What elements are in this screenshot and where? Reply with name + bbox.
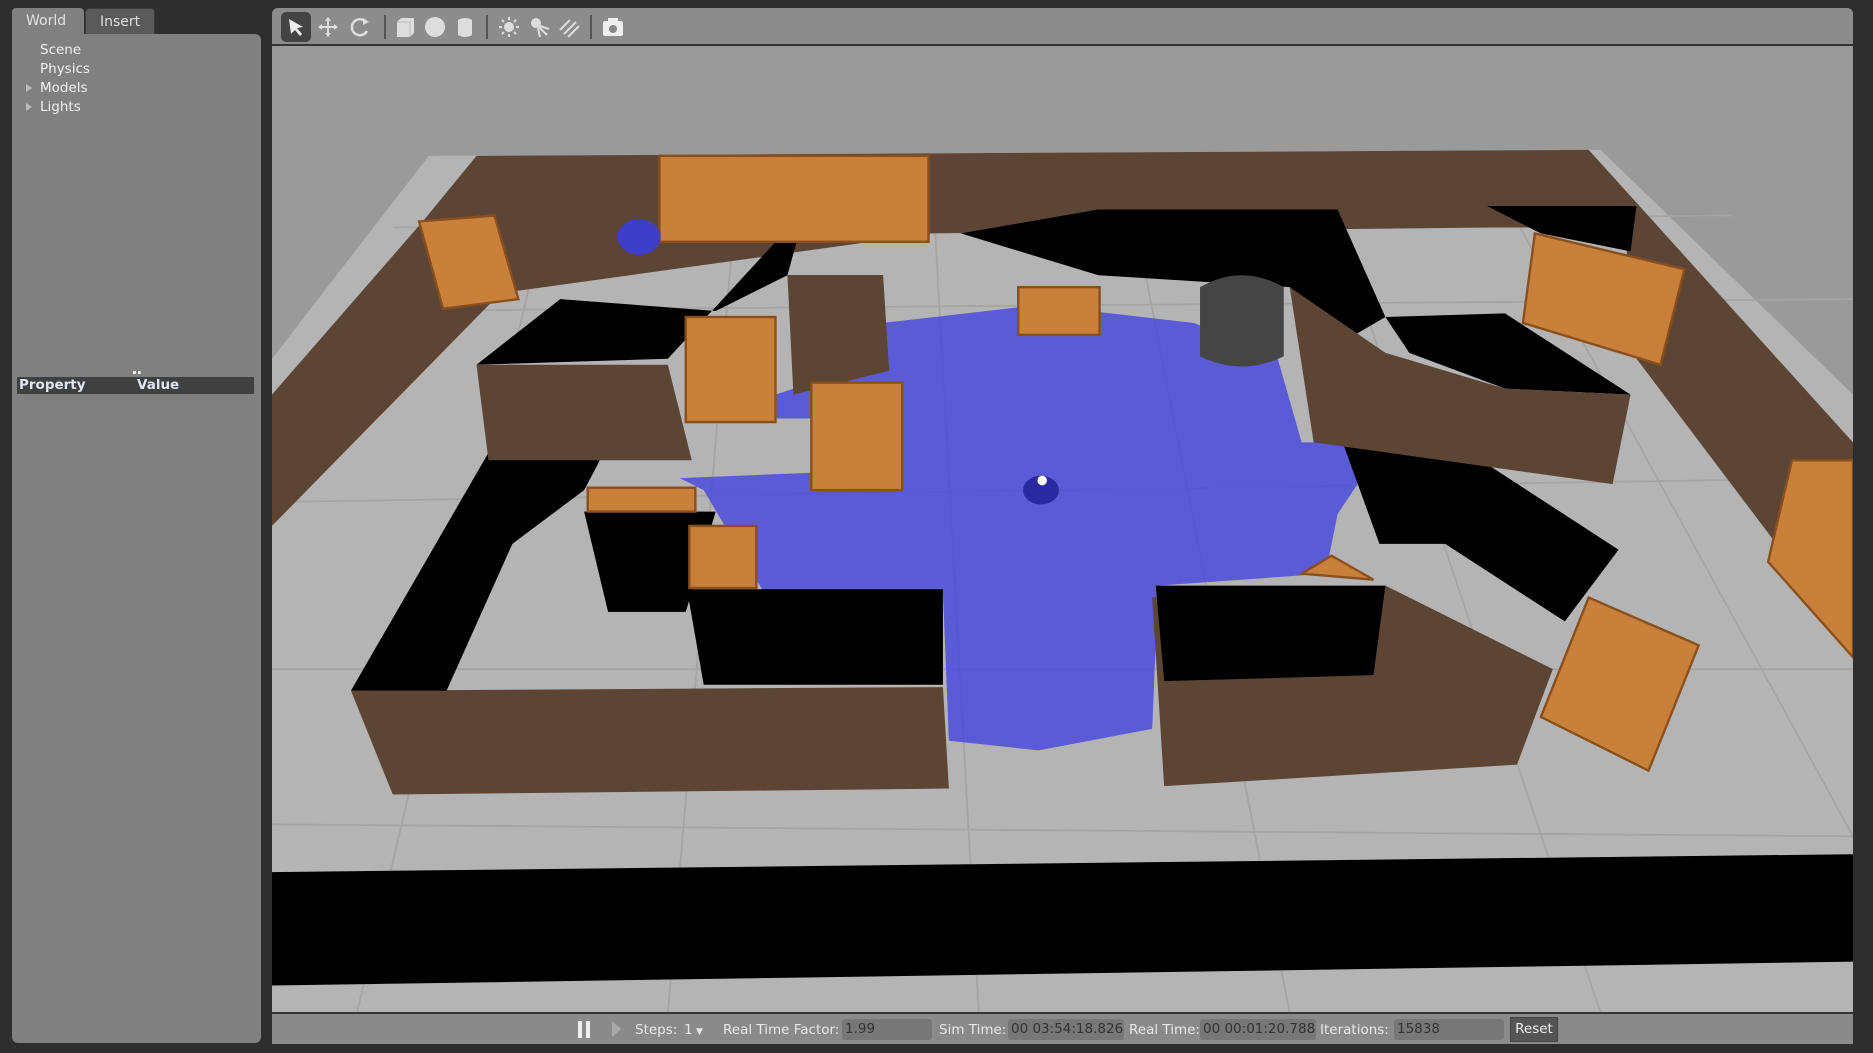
value-column-header: Value bbox=[137, 377, 180, 393]
gray-cylinder bbox=[1200, 275, 1284, 367]
rotate-icon[interactable] bbox=[345, 12, 375, 42]
real-time-value: 00 00:01:20.788 bbox=[1200, 1019, 1316, 1040]
expand-arrow-icon[interactable] bbox=[26, 103, 32, 111]
real-time-label: Real Time: bbox=[1129, 1022, 1200, 1038]
world-panel: Scene Physics Models Lights Property Val… bbox=[12, 34, 261, 1043]
simulation-status-bar: Steps: 1 ▼ Real Time Factor: 1.99 Sim Ti… bbox=[272, 1012, 1853, 1044]
tree-item-scene[interactable]: Scene bbox=[40, 42, 81, 58]
step-icon[interactable] bbox=[612, 1021, 621, 1037]
sim-time-value: 00 03:54:18.826 bbox=[1008, 1019, 1124, 1040]
tab-world[interactable]: World bbox=[12, 8, 84, 35]
expand-arrow-icon[interactable] bbox=[26, 84, 32, 92]
steps-value[interactable]: 1 bbox=[684, 1022, 693, 1038]
3d-scene[interactable] bbox=[272, 46, 1853, 1013]
directional-light-icon[interactable] bbox=[554, 12, 584, 42]
iterations-label: Iterations: bbox=[1320, 1022, 1389, 1038]
screenshot-icon[interactable] bbox=[598, 12, 628, 42]
real-time-factor-label: Real Time Factor: bbox=[723, 1022, 840, 1038]
tree-item-models[interactable]: Models bbox=[26, 80, 88, 96]
point-light-icon[interactable] bbox=[494, 12, 524, 42]
property-column-header: Property bbox=[19, 377, 86, 393]
reset-button[interactable]: Reset bbox=[1510, 1017, 1558, 1042]
tree-label: Models bbox=[40, 80, 88, 96]
translate-icon[interactable] bbox=[313, 12, 343, 42]
cylinder-icon[interactable] bbox=[450, 12, 480, 42]
select-arrow-icon[interactable] bbox=[281, 12, 311, 42]
tree-item-lights[interactable]: Lights bbox=[26, 99, 81, 115]
splitter-handle[interactable] bbox=[133, 371, 141, 374]
blue-cylinder bbox=[617, 219, 661, 255]
iterations-value: 15838 bbox=[1394, 1019, 1504, 1040]
sphere-icon[interactable] bbox=[420, 12, 450, 42]
steps-label: Steps: bbox=[635, 1022, 678, 1038]
tree-label: Lights bbox=[40, 99, 81, 115]
toolbar bbox=[272, 8, 1853, 46]
property-table-header: Property Value bbox=[17, 377, 254, 394]
tab-insert[interactable]: Insert bbox=[85, 8, 155, 35]
real-time-factor-value: 1.99 bbox=[842, 1019, 932, 1040]
box-icon[interactable] bbox=[390, 12, 420, 42]
spot-light-icon[interactable] bbox=[524, 12, 554, 42]
pause-icon[interactable] bbox=[578, 1021, 590, 1038]
tree-item-physics[interactable]: Physics bbox=[40, 61, 90, 77]
sim-time-label: Sim Time: bbox=[939, 1022, 1007, 1038]
3d-viewport[interactable]: Steps: 1 ▼ Real Time Factor: 1.99 Sim Ti… bbox=[272, 8, 1853, 1044]
chevron-down-icon[interactable]: ▼ bbox=[696, 1027, 703, 1037]
